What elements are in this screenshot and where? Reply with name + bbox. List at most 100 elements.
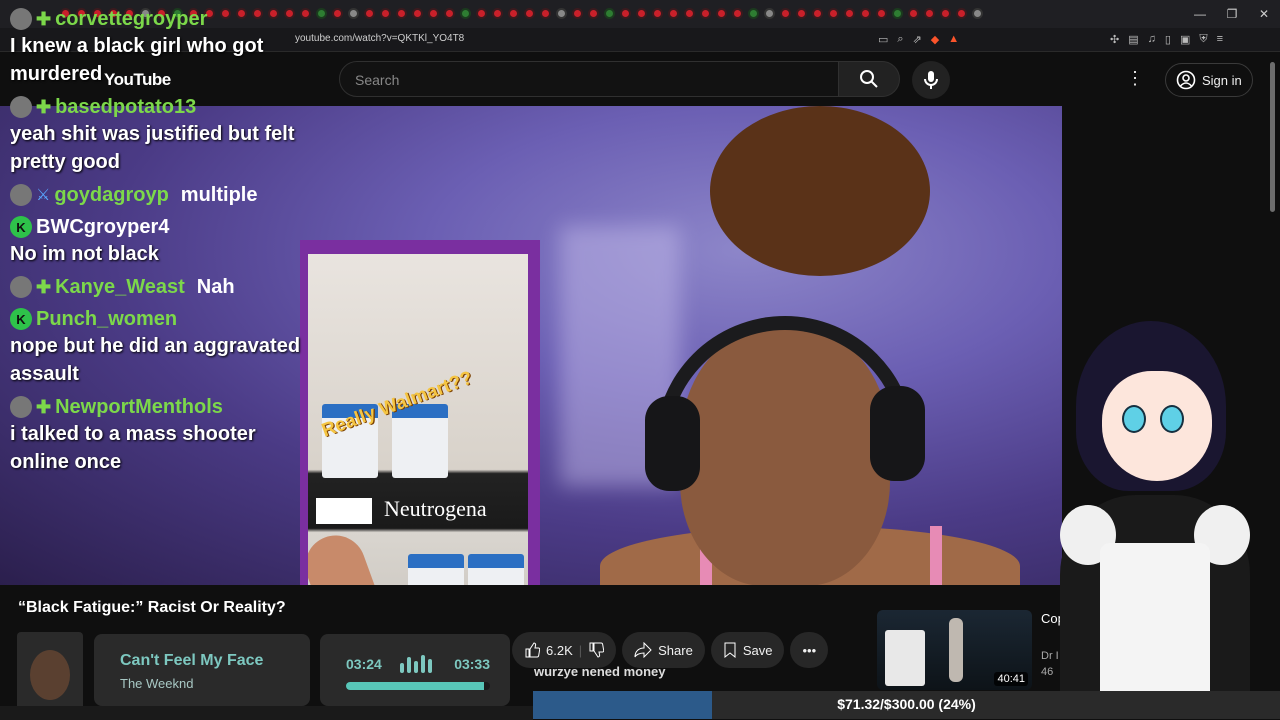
browser-tab-favicon[interactable] xyxy=(764,8,775,19)
browser-tab-favicon[interactable] xyxy=(748,8,759,19)
thumbs-down-icon[interactable] xyxy=(588,642,605,658)
plus-badge-icon: ✚ xyxy=(36,397,52,417)
browser-tab-favicon[interactable] xyxy=(556,8,567,19)
browser-tab-favicon[interactable] xyxy=(652,8,663,19)
sidebar-icon[interactable]: ▯ xyxy=(1165,33,1171,46)
kick-badge-icon: K xyxy=(10,308,32,330)
browser-tab-favicon[interactable] xyxy=(924,8,935,19)
share-button[interactable]: Share xyxy=(622,632,705,668)
taskbar xyxy=(0,706,533,720)
chat-message: ✚ corvettegroyper I knew a black girl who … xyxy=(10,6,320,88)
bookmark-icon xyxy=(724,642,736,658)
browser-tab-favicon[interactable] xyxy=(492,8,503,19)
search-icon xyxy=(860,70,878,88)
browser-tab-favicon[interactable] xyxy=(636,8,647,19)
current-time: 03:24 xyxy=(346,656,382,672)
browser-tab-favicon[interactable] xyxy=(428,8,439,19)
price-tag xyxy=(316,498,372,524)
browser-tab-favicon[interactable] xyxy=(332,8,343,19)
chat-message: ✚ basedpotato13 yeah shit was justified bu… xyxy=(10,94,320,176)
chat-username[interactable]: BWCgroyper4 xyxy=(36,216,169,239)
save-label: Save xyxy=(742,642,773,658)
extensions-icon[interactable]: ✣ xyxy=(1110,33,1119,46)
browser-tab-favicon[interactable] xyxy=(828,8,839,19)
browser-tab-favicon[interactable] xyxy=(892,8,903,19)
browser-tab-favicon[interactable] xyxy=(620,8,631,19)
vpn-icon[interactable]: ⛨ xyxy=(1199,33,1207,46)
chat-username[interactable]: Kanye_Weast xyxy=(55,276,185,299)
chat-avatar xyxy=(10,184,32,206)
recommended-duration: 40:41 xyxy=(994,672,1028,686)
browser-tab-favicon[interactable] xyxy=(412,8,423,19)
url-text[interactable]: youtube.com/watch?v=QKTKl_YO4T8 xyxy=(295,33,464,44)
page-scrollbar[interactable] xyxy=(1268,52,1278,692)
window-controls: — ❐ ✕ xyxy=(1184,0,1280,28)
reader-icon[interactable]: ▤ xyxy=(1128,33,1138,46)
browser-tab-favicon[interactable] xyxy=(908,8,919,19)
avatar-face xyxy=(30,650,70,700)
playback-time-card: 03:24 03:33 xyxy=(320,634,510,706)
browser-tab-favicon[interactable] xyxy=(460,8,471,19)
vtuber-eye xyxy=(1122,405,1146,433)
browser-tab-favicon[interactable] xyxy=(476,8,487,19)
thumbnail-figure xyxy=(949,618,963,682)
browser-tab-favicon[interactable] xyxy=(700,8,711,19)
wallet-icon[interactable]: ▣ xyxy=(1180,33,1190,46)
browser-tab-favicon[interactable] xyxy=(956,8,967,19)
brave-shield-icon[interactable]: ◆ xyxy=(931,33,939,46)
like-button[interactable]: 6.2K | xyxy=(512,632,617,668)
close-window-icon[interactable]: ✕ xyxy=(1248,0,1280,28)
browser-tab-favicon[interactable] xyxy=(444,8,455,19)
browser-tab-favicon[interactable] xyxy=(780,8,791,19)
save-button[interactable]: Save xyxy=(710,632,785,668)
browser-tab-favicon[interactable] xyxy=(508,8,519,19)
browser-tab-favicon[interactable] xyxy=(604,8,615,19)
browser-tab-favicon[interactable] xyxy=(380,8,391,19)
chat-username[interactable]: Punch_women xyxy=(36,308,177,331)
share-page-icon[interactable]: ⇗ xyxy=(913,33,922,46)
browser-tab-favicon[interactable] xyxy=(396,8,407,19)
browser-tab-favicon[interactable] xyxy=(364,8,375,19)
browser-tab-favicon[interactable] xyxy=(668,8,679,19)
menu-icon[interactable]: ≡ xyxy=(1217,33,1223,46)
chat-username[interactable]: goydagroyp xyxy=(54,184,168,207)
browser-tab-favicon[interactable] xyxy=(860,8,871,19)
chat-message-header: K Punch_women xyxy=(10,306,320,332)
chat-username[interactable]: basedpotato13 xyxy=(55,96,196,119)
channel-avatar[interactable] xyxy=(17,632,83,710)
browser-tab-favicon[interactable] xyxy=(588,8,599,19)
browser-tab-favicon[interactable] xyxy=(732,8,743,19)
browser-tab-favicon[interactable] xyxy=(716,8,727,19)
browser-tab-favicon[interactable] xyxy=(940,8,951,19)
chat-username[interactable]: NewportMenthols xyxy=(55,396,223,419)
browser-tab-favicon[interactable] xyxy=(876,8,887,19)
more-actions-button[interactable]: ••• xyxy=(790,632,829,668)
zoom-icon[interactable]: ⌕ xyxy=(897,33,903,46)
search-input[interactable]: Search xyxy=(339,61,839,97)
search-button[interactable] xyxy=(838,61,900,97)
media-icon[interactable]: ♫ xyxy=(1148,33,1156,46)
vtuber-face xyxy=(1102,371,1212,481)
streamer-hair xyxy=(710,106,930,276)
browser-tab-favicon[interactable] xyxy=(796,8,807,19)
scrollbar-thumb[interactable] xyxy=(1270,62,1275,212)
browser-tab-favicon[interactable] xyxy=(972,8,983,19)
brave-rewards-icon[interactable]: ▲ xyxy=(948,33,959,46)
browser-tab-favicon[interactable] xyxy=(348,8,359,19)
chat-username[interactable]: corvettegroyper xyxy=(55,8,207,31)
vtuber-apron xyxy=(1100,543,1210,695)
voice-search-button[interactable] xyxy=(912,61,950,99)
browser-tab-favicon[interactable] xyxy=(540,8,551,19)
maximize-icon[interactable]: ❐ xyxy=(1216,0,1248,28)
browser-tab-favicon[interactable] xyxy=(572,8,583,19)
minimize-icon[interactable]: — xyxy=(1184,0,1216,28)
screen-icon[interactable]: ▭ xyxy=(878,33,888,46)
browser-tab-favicon[interactable] xyxy=(844,8,855,19)
more-vert-icon[interactable]: ⋮ xyxy=(1126,68,1144,89)
browser-tab-favicon[interactable] xyxy=(684,8,695,19)
recommended-thumbnail[interactable]: 40:41 xyxy=(877,610,1032,690)
browser-tab-favicon[interactable] xyxy=(812,8,823,19)
sign-in-button[interactable]: Sign in xyxy=(1165,63,1253,97)
chat-text: Nah xyxy=(196,275,235,298)
browser-tab-favicon[interactable] xyxy=(524,8,535,19)
